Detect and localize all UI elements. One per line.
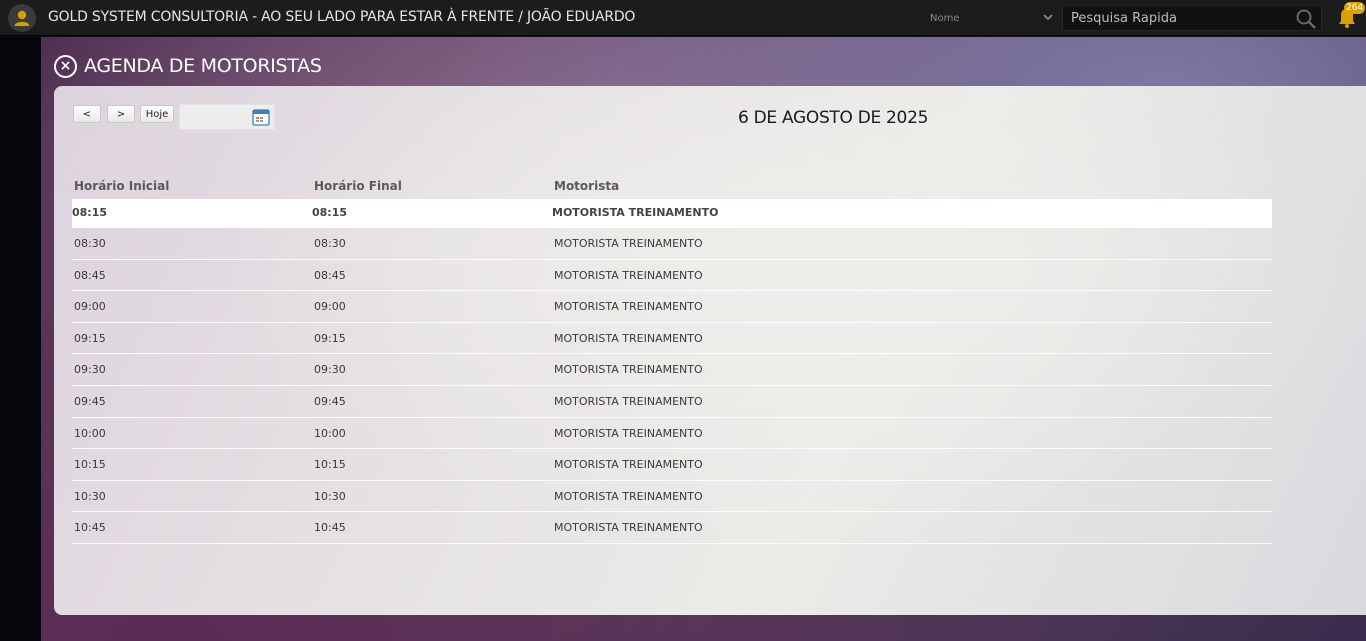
table-row[interactable]: 08:15 08:15 MOTORISTA TREINAMENTO <box>72 199 1272 228</box>
driver-cell: MOTORISTA TREINAMENTO <box>554 268 703 282</box>
previous-day-button[interactable]: < <box>73 105 101 123</box>
table-row[interactable]: 09:00 09:00 MOTORISTA TREINAMENTO <box>72 291 1272 323</box>
search-icon[interactable] <box>1295 8 1317 30</box>
end-time-cell: 08:30 <box>314 237 346 250</box>
search-input[interactable] <box>1063 6 1293 30</box>
app-title: GOLD SYSTEM CONSULTORIA - AO SEU LADO PA… <box>48 9 636 25</box>
table-row[interactable]: 09:30 09:30 MOTORISTA TREINAMENTO <box>72 354 1272 386</box>
end-time-cell: 09:30 <box>314 363 346 377</box>
start-time-cell: 08:30 <box>74 237 106 250</box>
start-time-cell: 10:45 <box>74 521 106 535</box>
top-bar: GOLD SYSTEM CONSULTORIA - AO SEU LADO PA… <box>0 0 1366 36</box>
date-input[interactable] <box>180 105 248 129</box>
table-row[interactable]: 10:30 10:30 MOTORISTA TREINAMENTO <box>72 481 1272 513</box>
start-time-cell: 08:45 <box>74 268 106 282</box>
driver-cell: MOTORISTA TREINAMENTO <box>554 426 703 440</box>
table-row[interactable]: 10:00 10:00 MOTORISTA TREINAMENTO <box>72 418 1272 450</box>
sidebar <box>0 37 41 641</box>
start-time-cell: 10:00 <box>74 426 106 440</box>
current-date-title: 6 DE AGOSTO DE 2025 <box>738 108 929 128</box>
table-header: Horário Inicial Horário Final Motorista <box>72 176 1272 199</box>
driver-cell: MOTORISTA TREINAMENTO <box>554 489 703 503</box>
column-header-driver[interactable]: Motorista <box>554 179 619 193</box>
end-time-cell: 10:30 <box>314 489 346 503</box>
table-row[interactable]: 10:45 10:45 MOTORISTA TREINAMENTO <box>72 512 1272 544</box>
end-time-cell: 09:00 <box>314 300 346 314</box>
start-time-cell: 09:00 <box>74 300 106 314</box>
calendar-icon[interactable] <box>252 108 270 126</box>
schedule-panel: < > Hoje 6 DE AGOSTO DE 2025 Horário Ini… <box>54 86 1366 615</box>
start-time-cell: 09:45 <box>74 394 106 408</box>
user-icon[interactable] <box>8 4 36 32</box>
end-time-cell: 09:45 <box>314 394 346 408</box>
quick-search <box>1062 5 1322 31</box>
end-time-cell: 08:15 <box>312 206 348 219</box>
end-time-cell: 09:15 <box>314 331 346 345</box>
table-row[interactable]: 09:45 09:45 MOTORISTA TREINAMENTO <box>72 386 1272 418</box>
today-button[interactable]: Hoje <box>140 105 174 123</box>
driver-cell: MOTORISTA TREINAMENTO <box>554 521 703 535</box>
end-time-cell: 10:15 <box>314 458 346 472</box>
filter-label: Nome <box>930 13 960 24</box>
driver-cell: MOTORISTA TREINAMENTO <box>554 237 703 250</box>
date-picker <box>179 104 275 130</box>
start-time-cell: 09:15 <box>74 331 106 345</box>
table-row[interactable]: 08:30 08:30 MOTORISTA TREINAMENTO <box>72 228 1272 260</box>
driver-cell: MOTORISTA TREINAMENTO <box>554 300 703 314</box>
start-time-cell: 10:30 <box>74 489 106 503</box>
chevron-down-icon <box>1042 11 1054 26</box>
column-header-end-time[interactable]: Horário Final <box>314 179 402 193</box>
driver-cell: MOTORISTA TREINAMENTO <box>552 206 719 219</box>
schedule-table: Horário Inicial Horário Final Motorista … <box>72 176 1272 544</box>
driver-cell: MOTORISTA TREINAMENTO <box>554 331 703 345</box>
start-time-cell: 08:15 <box>72 206 108 219</box>
start-time-cell: 09:30 <box>74 363 106 377</box>
page-header: × AGENDA DE MOTORISTAS <box>54 52 322 80</box>
end-time-cell: 10:00 <box>314 426 346 440</box>
page-title: AGENDA DE MOTORISTAS <box>84 55 322 77</box>
start-time-cell: 10:15 <box>74 458 106 472</box>
table-row[interactable]: 09:15 09:15 MOTORISTA TREINAMENTO <box>72 323 1272 355</box>
notification-count-badge: 264 <box>1344 2 1366 14</box>
end-time-cell: 08:45 <box>314 268 346 282</box>
table-row[interactable]: 10:15 10:15 MOTORISTA TREINAMENTO <box>72 449 1272 481</box>
table-row[interactable]: 08:45 08:45 MOTORISTA TREINAMENTO <box>72 260 1272 292</box>
driver-cell: MOTORISTA TREINAMENTO <box>554 458 703 472</box>
driver-cell: MOTORISTA TREINAMENTO <box>554 394 703 408</box>
search-filter-select[interactable]: Nome <box>926 6 1060 30</box>
driver-cell: MOTORISTA TREINAMENTO <box>554 363 703 377</box>
end-time-cell: 10:45 <box>314 521 346 535</box>
column-header-start-time[interactable]: Horário Inicial <box>74 179 169 193</box>
close-icon[interactable]: × <box>54 54 77 78</box>
next-day-button[interactable]: > <box>107 105 135 123</box>
